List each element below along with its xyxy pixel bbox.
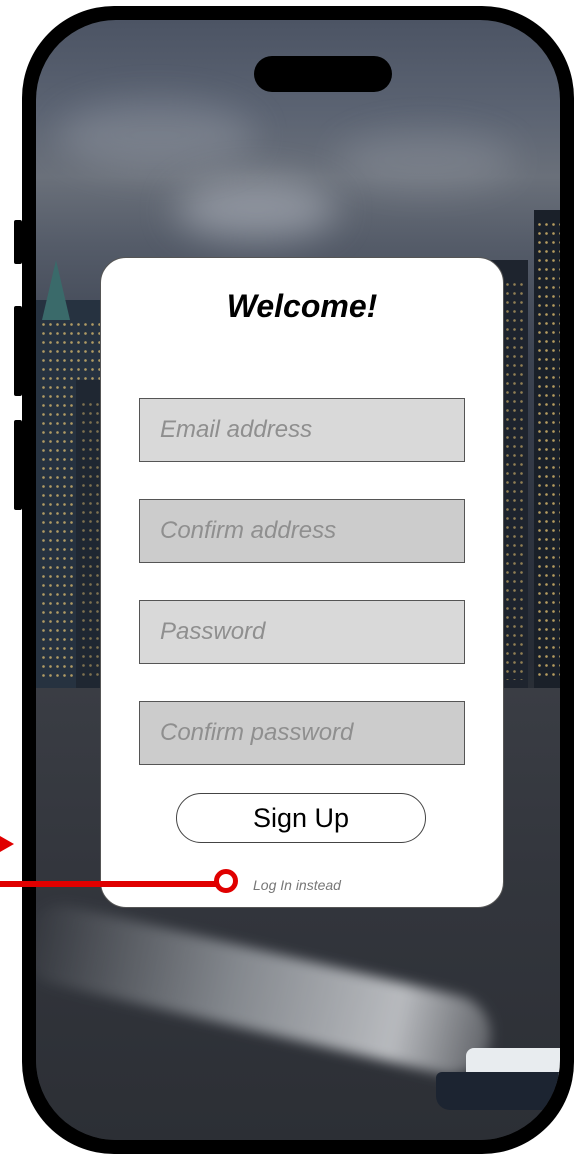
sign-up-button[interactable]: Sign Up [176, 793, 426, 843]
ferry-boat [436, 1030, 560, 1110]
annotation-connector-line [0, 881, 222, 887]
annotation-arrow-icon [0, 836, 14, 852]
email-address-input[interactable] [139, 398, 465, 462]
phone-side-button-action [14, 220, 22, 264]
page-title: Welcome! [226, 288, 378, 324]
dynamic-island [254, 56, 392, 92]
confirm-address-input[interactable] [139, 499, 465, 563]
log-in-instead-link[interactable]: Log In instead [253, 877, 341, 893]
phone-side-button-volume-up [14, 306, 22, 396]
confirm-password-input[interactable] [139, 701, 465, 765]
mockup-stage: Welcome! Sign Up Log In instead [0, 0, 578, 1159]
phone-side-button-volume-down [14, 420, 22, 510]
password-input[interactable] [139, 600, 465, 664]
signup-card: Welcome! Sign Up Log In instead [100, 257, 504, 908]
annotation-target-circle-icon [214, 869, 238, 893]
